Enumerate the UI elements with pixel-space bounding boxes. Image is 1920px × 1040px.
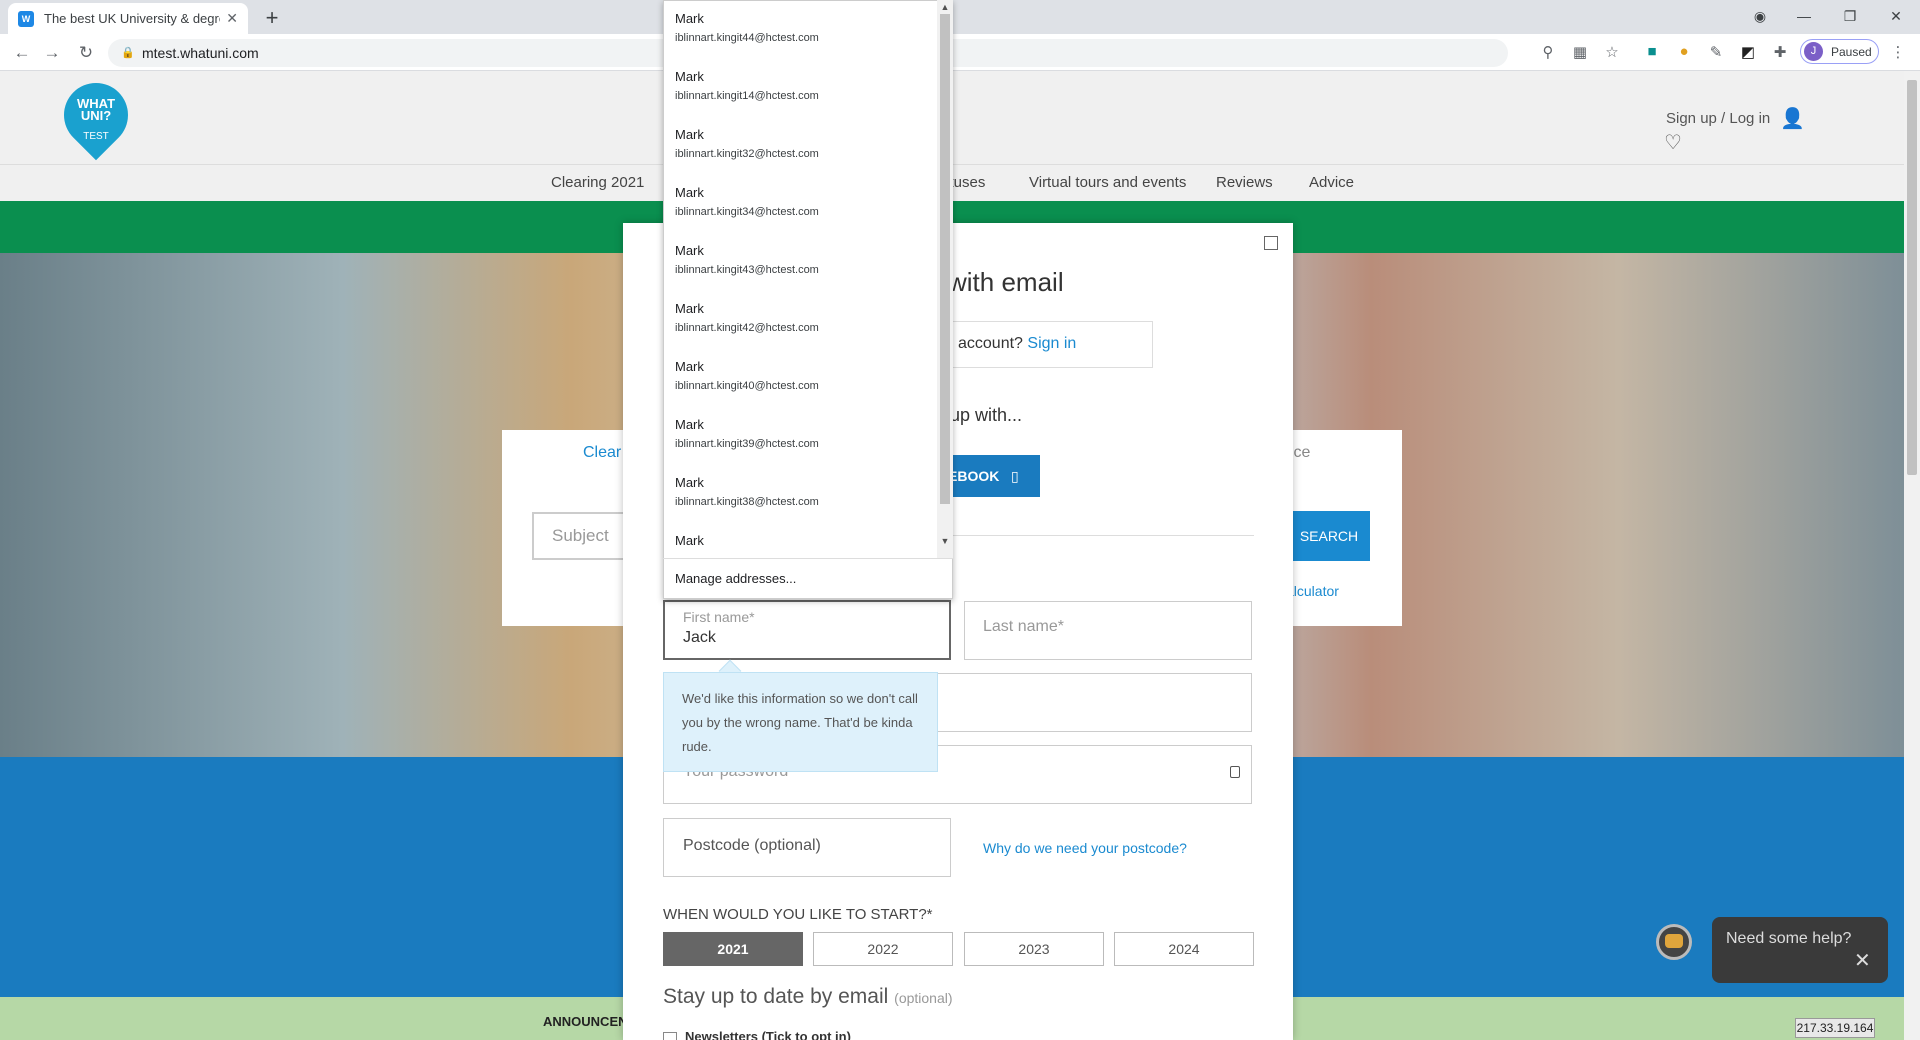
- hero-tab-advice[interactable]: ice: [1290, 444, 1310, 462]
- tab-title: The best UK University & degree: [44, 11, 221, 26]
- tab-close-icon[interactable]: ✕: [226, 10, 238, 27]
- nav-item-virtual-tours[interactable]: Virtual tours and events: [1029, 174, 1186, 191]
- profile-avatar: J: [1804, 42, 1823, 61]
- autofill-item[interactable]: Mark iblinnart.kingit34@hctest.com: [675, 185, 819, 218]
- autofill-list: Mark iblinnart.kingit44@hctest.com Mark …: [663, 0, 937, 558]
- signup-with-heading: up with...: [950, 405, 1023, 425]
- header-signup-link[interactable]: Sign up / Log in: [1666, 110, 1770, 127]
- forward-icon[interactable]: →: [40, 41, 64, 65]
- nav-item-advice[interactable]: Advice: [1309, 174, 1354, 191]
- profile-button[interactable]: J Paused: [1800, 39, 1879, 64]
- last-name-placeholder: Last name*: [983, 618, 1064, 635]
- start-year-heading: WHEN WOULD YOU LIKE TO START?*: [663, 906, 933, 923]
- autofill-item[interactable]: Mark iblinnart.kingit14@hctest.com: [675, 69, 819, 102]
- heart-icon[interactable]: ♡: [1664, 130, 1682, 155]
- year-2024-button[interactable]: 2024: [1114, 932, 1254, 966]
- autofill-item[interactable]: Mark iblinnart.kingit32@hctest.com: [675, 127, 819, 160]
- url-text[interactable]: mtest.whatuni.com: [142, 45, 259, 61]
- page-scrollbar-thumb[interactable]: [1907, 80, 1917, 475]
- autofill-item[interactable]: Mark iblinnart.kingit43@hctest.com: [675, 243, 819, 276]
- modal-divider: [938, 535, 1254, 536]
- extension-4-icon[interactable]: ◩: [1738, 43, 1758, 61]
- scroll-up-icon[interactable]: ▲: [937, 2, 953, 12]
- user-icon[interactable]: 👤: [1780, 106, 1805, 131]
- reload-icon[interactable]: ↻: [74, 41, 98, 65]
- tab-search-icon[interactable]: ◉: [1740, 4, 1780, 28]
- year-2021-button[interactable]: 2021: [663, 932, 803, 966]
- first-name-label: First name*: [683, 609, 755, 625]
- browser-tab[interactable]: W The best UK University & degree ✕: [8, 3, 248, 34]
- autofill-scrollbar-thumb[interactable]: [940, 14, 950, 504]
- lock-icon[interactable]: 🔒: [121, 46, 135, 59]
- profile-status: Paused: [1831, 44, 1872, 59]
- extension-3-icon[interactable]: ✎: [1706, 43, 1726, 61]
- logo-subtext: TEST: [83, 131, 109, 142]
- autofill-separator: [663, 558, 953, 559]
- extension-1-icon[interactable]: ■: [1642, 43, 1662, 60]
- signin-prompt: account? Sign in: [958, 335, 1077, 352]
- autofill-item[interactable]: Mark: [675, 533, 704, 554]
- browser-menu-icon[interactable]: ⋮: [1888, 43, 1908, 61]
- autofill-item[interactable]: Mark iblinnart.kingit38@hctest.com: [675, 475, 819, 508]
- autofill-item[interactable]: Mark iblinnart.kingit39@hctest.com: [675, 417, 819, 450]
- extension-2-icon[interactable]: ●: [1674, 43, 1694, 60]
- year-2022-button[interactable]: 2022: [813, 932, 953, 966]
- nav-item-clearing[interactable]: Clearing 2021: [551, 174, 644, 191]
- bookmark-star-icon[interactable]: ☆: [1602, 43, 1622, 61]
- window-close-icon[interactable]: ✕: [1876, 4, 1916, 28]
- tab-strip: [0, 0, 1920, 34]
- modal-close-icon[interactable]: [1264, 236, 1278, 250]
- robot-icon: [1665, 934, 1683, 948]
- hero-search-button[interactable]: SEARCH: [1288, 511, 1370, 561]
- restore-icon[interactable]: ❐: [1830, 4, 1870, 28]
- first-name-value[interactable]: Jack: [683, 629, 716, 647]
- new-tab-button[interactable]: +: [258, 4, 286, 32]
- logo-text: WHAT UNI?: [76, 96, 116, 123]
- hero-calculator-link[interactable]: alculator: [1286, 583, 1339, 599]
- autofill-item[interactable]: Mark iblinnart.kingit42@hctest.com: [675, 301, 819, 334]
- show-password-icon[interactable]: [1230, 766, 1240, 778]
- help-close-icon[interactable]: ✕: [1854, 948, 1871, 973]
- signin-link[interactable]: Sign in: [1027, 335, 1076, 352]
- announcement-text: ANNOUNCEN: [543, 1014, 628, 1029]
- hero-tab-clearing[interactable]: Clear: [583, 444, 621, 462]
- year-2023-button[interactable]: 2023: [964, 932, 1104, 966]
- scroll-down-icon[interactable]: ▼: [937, 536, 953, 546]
- newsletter-checkbox[interactable]: [663, 1032, 677, 1040]
- ip-badge: 217.33.19.164: [1795, 1018, 1875, 1038]
- first-name-tooltip: We'd like this information so we don't c…: [663, 672, 938, 772]
- newsletter-label: Newsletters (Tick to opt in): [685, 1029, 851, 1040]
- location-icon[interactable]: ⚲: [1538, 43, 1558, 61]
- qr-icon[interactable]: ▦: [1570, 43, 1590, 61]
- extensions-puzzle-icon[interactable]: ✚: [1770, 43, 1790, 61]
- stay-updated-heading: Stay up to date by email (optional): [663, 985, 953, 1008]
- autofill-item[interactable]: Mark iblinnart.kingit44@hctest.com: [675, 11, 819, 44]
- postcode-placeholder: Postcode (optional): [683, 837, 821, 854]
- facebook-icon: ▯: [1011, 468, 1019, 484]
- nav-item-reviews[interactable]: Reviews: [1216, 174, 1273, 191]
- whatuni-favicon-icon: W: [18, 10, 34, 27]
- facebook-signup-button[interactable]: EBOOK ▯: [940, 455, 1040, 497]
- autofill-item[interactable]: Mark iblinnart.kingit40@hctest.com: [675, 359, 819, 392]
- minimize-icon[interactable]: —: [1784, 4, 1824, 28]
- postcode-why-link[interactable]: Why do we need your postcode?: [983, 840, 1187, 856]
- manage-addresses-link[interactable]: Manage addresses...: [675, 571, 796, 586]
- modal-title: with email: [948, 267, 1064, 297]
- back-icon[interactable]: ←: [10, 41, 34, 65]
